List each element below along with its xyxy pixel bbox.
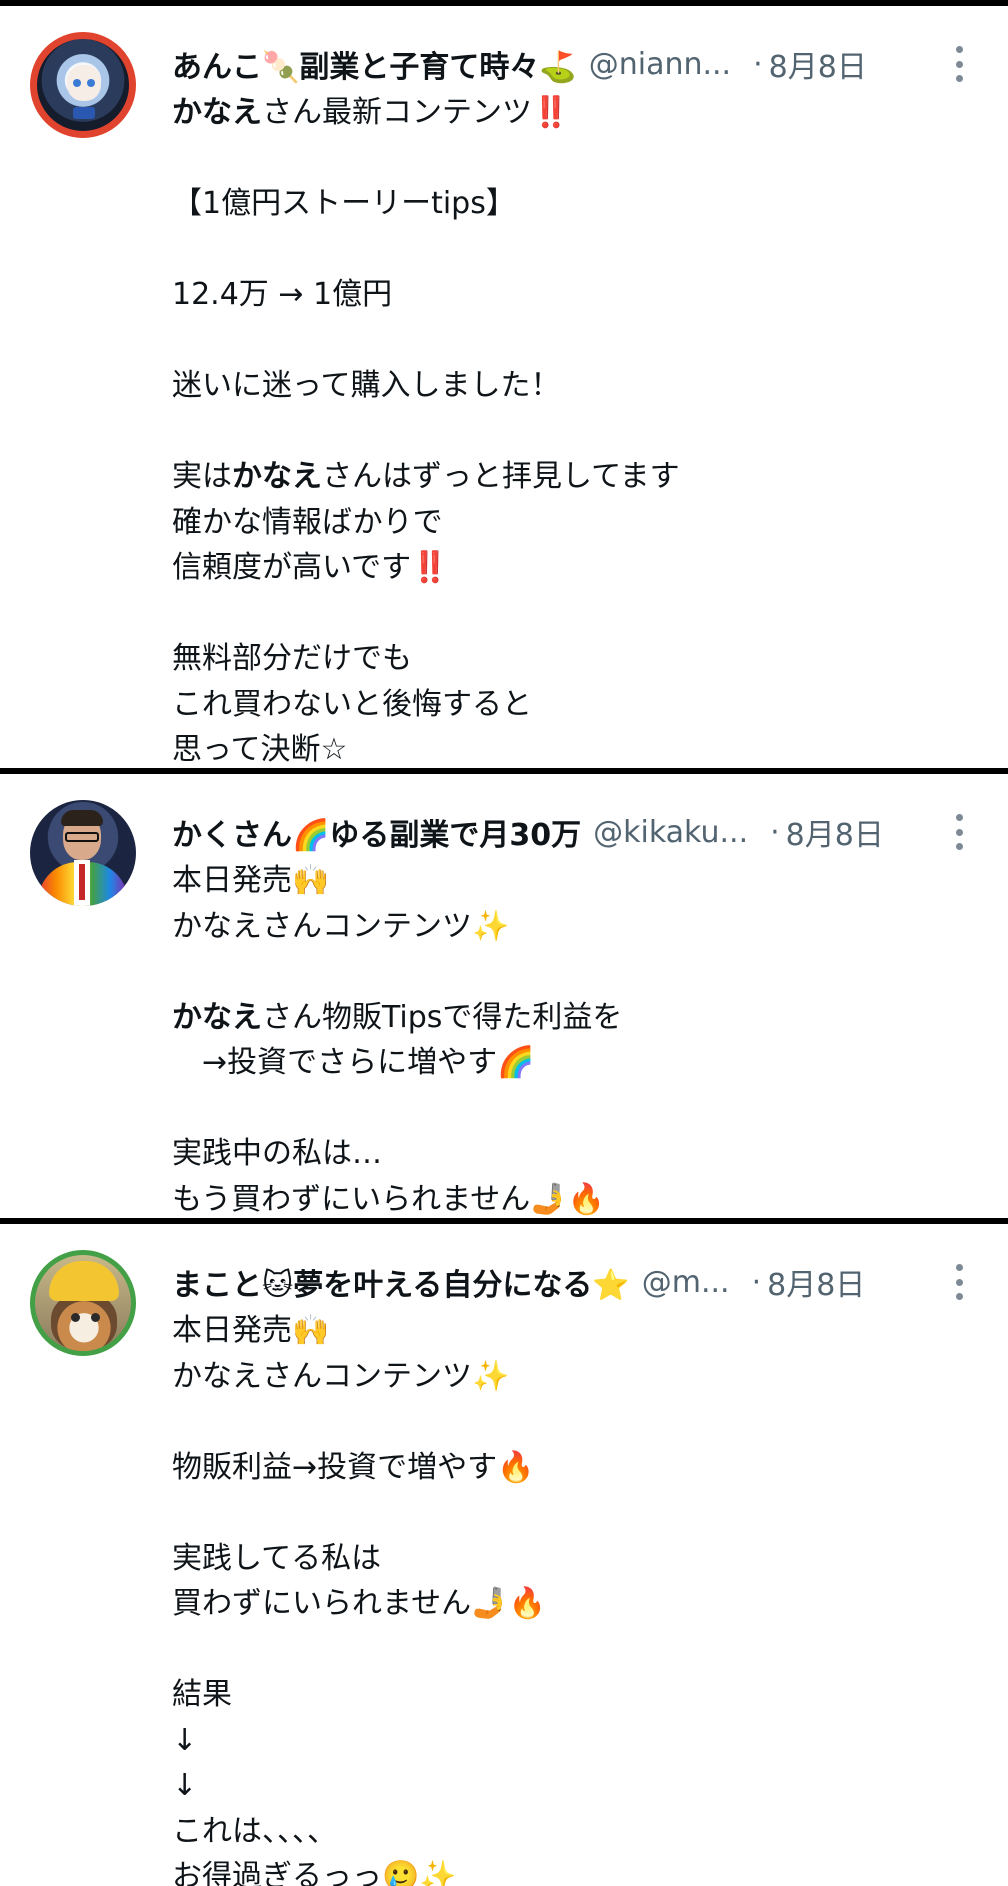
post-line: かなえさん物販Tipsで得た利益を: [172, 999, 623, 1035]
separator: ·: [753, 46, 763, 82]
post-line: 本日発売🙌: [172, 863, 330, 898]
post-line: 無料部分だけでも: [172, 641, 412, 676]
post-line: [172, 591, 680, 637]
post-line: 思って決断☆: [172, 732, 348, 767]
post-line: かなえさんコンテンツ✨: [172, 1358, 510, 1394]
user-handle[interactable]: @m...: [642, 1265, 730, 1300]
post-line: 物販利益→投資で増やす🔥: [172, 1449, 535, 1485]
post-line: 買わずにいられません🤳🔥: [172, 1586, 546, 1621]
post-line: かなえさん最新コンテンツ‼️: [172, 95, 570, 130]
user-handle[interactable]: @kikaku...: [593, 815, 748, 850]
post-header: あんこ🍡副業と子育て時々⛳ @niann... · 8月8日: [172, 42, 867, 86]
post-body: かなえさん最新コンテンツ‼️ 【1億円ストーリーtips】 12.4万 → 1億…: [172, 90, 680, 768]
more-vertical-icon[interactable]: [954, 814, 964, 850]
post-header: かくさん🌈ゆる副業で月30万 @kikaku... · 8月8日: [172, 810, 884, 854]
post-line: 実はかなえさんはずっと拝見してます: [172, 459, 680, 494]
more-vertical-icon[interactable]: [954, 46, 964, 82]
post-line: 【1億円ストーリーtips】: [172, 186, 516, 221]
post-line: かなえさんコンテンツ✨: [172, 908, 510, 944]
post-date[interactable]: 8月8日: [786, 810, 884, 854]
post-3[interactable]: まこと🐱夢を叶える自分になる⭐ @m... · 8月8日 本日発売🙌 かなえさん…: [0, 1224, 1008, 1886]
post-line: ↓: [172, 1722, 198, 1758]
post-line: [172, 318, 680, 364]
more-vertical-icon[interactable]: [954, 1264, 964, 1300]
user-name[interactable]: あんこ🍡副業と子育て時々⛳: [172, 42, 577, 86]
avatar[interactable]: [30, 800, 136, 906]
post-line: [172, 136, 680, 182]
post-body: 本日発売🙌 かなえさんコンテンツ✨ かなえさん物販Tipsで得た利益を →投資で…: [172, 858, 622, 1218]
post-line: これは、、、、: [172, 1813, 337, 1849]
post-line: 本日発売🙌: [172, 1313, 330, 1348]
user-name[interactable]: かくさん🌈ゆる副業で月30万: [172, 810, 581, 854]
post-line: →投資でさらに増やす🌈: [172, 1045, 535, 1080]
post-line: 確かな情報ばかりで: [172, 504, 443, 540]
post-line: お得過ぎるっっ🥲✨: [172, 1859, 457, 1886]
post-line: [172, 227, 680, 273]
post-line: [172, 949, 622, 995]
post-header: まこと🐱夢を叶える自分になる⭐ @m... · 8月8日: [172, 1260, 865, 1304]
avatar[interactable]: [30, 32, 136, 138]
post-line: これ買わないと後悔すると: [172, 686, 532, 722]
post-line: もう買わずにいられません🤳🔥: [172, 1181, 605, 1217]
post-line: 迷いに迷って購入しました！: [172, 368, 561, 403]
post-2[interactable]: かくさん🌈ゆる副業で月30万 @kikaku... · 8月8日 本日発売🙌 か…: [0, 774, 1008, 1218]
post-line: [172, 409, 680, 455]
post-line: 信頼度が高いです‼️: [172, 550, 449, 585]
post-date[interactable]: 8月8日: [769, 42, 867, 86]
post-line: 12.4万 → 1億円: [172, 277, 393, 312]
post-line: ↓: [172, 1768, 198, 1803]
post-line: [172, 1627, 546, 1673]
post-body: 本日発売🙌 かなえさんコンテンツ✨ 物販利益→投資で増やす🔥 実践してる私は 買…: [172, 1308, 546, 1886]
post-line: [172, 1086, 622, 1132]
post-1[interactable]: あんこ🍡副業と子育て時々⛳ @niann... · 8月8日 かなえさん最新コン…: [0, 6, 1008, 768]
post-date[interactable]: 8月8日: [767, 1260, 865, 1304]
user-handle[interactable]: @niann...: [589, 47, 731, 82]
post-line: [172, 1399, 546, 1445]
separator: ·: [751, 1264, 762, 1300]
separator: ·: [770, 814, 780, 850]
user-name[interactable]: まこと🐱夢を叶える自分になる⭐: [172, 1260, 630, 1304]
post-line: 結果: [172, 1677, 232, 1712]
avatar[interactable]: [30, 1250, 136, 1356]
post-line: 実践してる私は: [172, 1540, 382, 1576]
post-line: [172, 1490, 546, 1536]
post-line: 実践中の私は…: [172, 1136, 382, 1171]
